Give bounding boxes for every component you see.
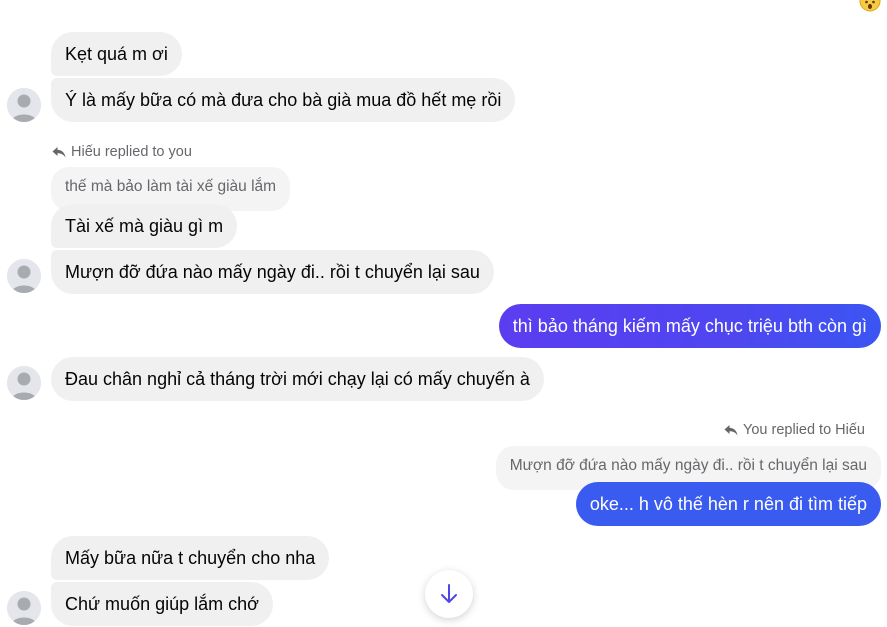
arrow-down-icon — [441, 584, 457, 603]
default-avatar-icon — [7, 366, 41, 400]
incoming-message[interactable]: Tài xế mà giàu gì m — [51, 204, 238, 248]
avatar[interactable] — [7, 591, 41, 625]
incoming-message[interactable]: Mấy bữa nữa t chuyển cho nha — [51, 536, 330, 580]
incoming-message[interactable]: Kẹt quá m ơi — [51, 32, 182, 76]
default-avatar-icon — [7, 259, 41, 293]
outgoing-message[interactable]: thì bảo tháng kiếm mấy chục triệu bth cò… — [498, 304, 881, 348]
default-avatar-icon — [7, 591, 41, 625]
scroll-to-bottom-button[interactable] — [425, 570, 473, 618]
reply-header: Hiếu replied to you — [52, 144, 192, 160]
avatar[interactable] — [7, 259, 41, 293]
reply-header: You replied to Hiếu — [724, 422, 865, 438]
reply-arrow-icon — [52, 146, 66, 157]
chat-thread: Kẹt quá m ơi Ý là mấy bữa có mà đưa cho … — [0, 0, 887, 627]
outgoing-message[interactable]: oke... h vô thế hèn r nên đi tìm tiếp — [575, 482, 881, 526]
incoming-message[interactable]: Đau chân nghỉ cả tháng trời mới chạy lại… — [51, 357, 544, 401]
reply-header-text: You replied to Hiếu — [743, 422, 865, 438]
incoming-message[interactable]: Chứ muốn giúp lắm chớ — [51, 582, 273, 626]
reply-header-text: Hiếu replied to you — [71, 144, 192, 160]
avatar[interactable] — [7, 366, 41, 400]
default-avatar-icon — [7, 88, 41, 122]
avatar[interactable] — [7, 88, 41, 122]
incoming-message[interactable]: Mượn đỡ đứa nào mấy ngày đi.. rồi t chuy… — [51, 250, 494, 294]
incoming-message[interactable]: Ý là mấy bữa có mà đưa cho bà già mua đồ… — [51, 78, 516, 122]
reply-arrow-icon — [724, 424, 738, 435]
wow-emoji-icon[interactable] — [859, 0, 881, 12]
